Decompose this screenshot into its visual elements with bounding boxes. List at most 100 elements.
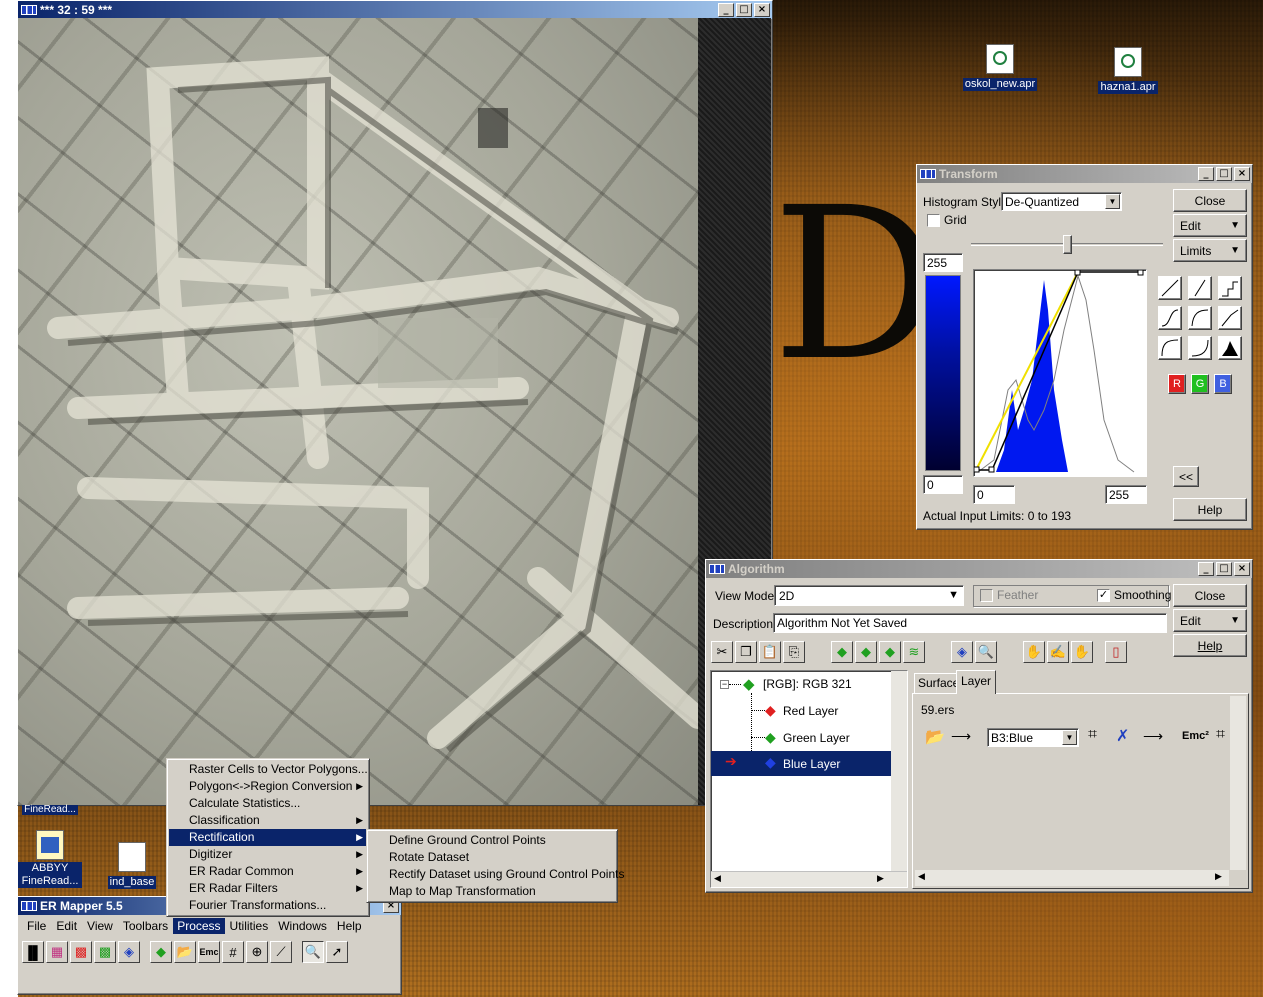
formula-icon[interactable]: Emc² <box>1182 730 1209 742</box>
scroll-left-icon[interactable]: ◀ <box>918 871 925 882</box>
red-layer-label[interactable]: Red Layer <box>783 704 838 718</box>
band-select[interactable]: B3:Blue ▼ <box>987 728 1079 747</box>
zoom-layer-icon[interactable]: 🔍 <box>975 641 997 663</box>
histogram-style-select[interactable]: De-Quantized ▼ <box>1001 192 1122 211</box>
move-layer-up-icon[interactable]: ◆ <box>855 641 877 663</box>
filter-disabled-icon[interactable]: ✗ <box>1116 726 1129 746</box>
tab-layer[interactable]: Layer <box>956 670 997 694</box>
menu-item-rectify-dataset[interactable]: Rectify Dataset using Ground Control Poi… <box>369 866 624 883</box>
green-layer-label[interactable]: Green Layer <box>783 731 850 745</box>
tree-collapse-icon[interactable]: − <box>720 680 729 689</box>
desktop-icon-abbyy[interactable]: ABBYY FineRead... <box>14 830 86 888</box>
algorithm-help-button[interactable]: Help <box>1173 634 1247 657</box>
crosshair-icon[interactable]: ⊕ <box>246 941 268 963</box>
min-output-field[interactable]: 0 <box>923 475 963 494</box>
desktop-icon-hazna[interactable]: hazna1.apr <box>1088 47 1168 94</box>
zoom-tool-icon[interactable]: 🔍 <box>302 941 324 963</box>
chevron-down-icon[interactable]: ▼ <box>1105 194 1120 209</box>
scroll-right-icon[interactable]: ▶ <box>1215 871 1222 882</box>
menu-windows[interactable]: Windows <box>273 918 332 934</box>
edit-layer-icon[interactable]: ◈ <box>951 641 973 663</box>
paste-icon[interactable]: 📋 <box>759 641 781 663</box>
scroll-right-icon[interactable]: ▶ <box>877 873 884 884</box>
filter-icon[interactable]: ⌗ <box>1088 726 1097 744</box>
transform-limits-button[interactable]: Limits ▼ <box>1173 239 1247 262</box>
open-dataset-icon[interactable]: 📂 <box>925 727 945 747</box>
histogram-equalize-button[interactable] <box>1218 336 1242 360</box>
min-input-field[interactable]: 0 <box>973 485 1015 504</box>
menu-toolbars[interactable]: Toolbars <box>118 918 173 934</box>
close-button[interactable]: × <box>1234 167 1250 181</box>
transform-help-button[interactable]: Help <box>1173 498 1247 521</box>
histogram-graph[interactable] <box>973 269 1147 477</box>
hand-edit-icon[interactable]: ✍ <box>1047 641 1069 663</box>
algorithm-titlebar[interactable]: Algorithm _ □ × <box>706 560 1252 578</box>
feather-checkbox[interactable] <box>980 589 993 602</box>
algorithm-edit-button[interactable]: Edit ▼ <box>1173 609 1247 632</box>
red-channel-button[interactable]: R <box>1168 374 1186 394</box>
layers-icon[interactable]: ▩ <box>94 941 116 963</box>
layer-stack-icon[interactable]: ≋ <box>903 641 925 663</box>
log-curve-button[interactable] <box>1188 306 1212 330</box>
algorithm-layer-icon[interactable]: ◆ <box>150 941 172 963</box>
minimize-button[interactable]: _ <box>718 3 734 17</box>
sqrt-curve-button[interactable] <box>1158 336 1182 360</box>
edit-algorithm-icon[interactable]: ◈ <box>118 941 140 963</box>
collapse-button[interactable]: << <box>1173 466 1199 487</box>
cut-icon[interactable]: ✂ <box>711 641 733 663</box>
desktop-icon-finereader-top[interactable]: FineRead... <box>14 801 86 815</box>
duplicate-icon[interactable]: ⎘ <box>783 641 805 663</box>
menu-view[interactable]: View <box>82 918 118 934</box>
s-curve-button[interactable] <box>1158 306 1182 330</box>
page-icon[interactable]: ▯ <box>1105 641 1127 663</box>
rgb-algorithm-icon[interactable]: ▩ <box>70 941 92 963</box>
copy-icon[interactable]: ❐ <box>735 641 757 663</box>
palette-icon[interactable]: ▦ <box>46 941 68 963</box>
menu-item-map-to-map[interactable]: Map to Map Transformation <box>369 883 615 900</box>
menu-process[interactable]: Process <box>173 918 225 934</box>
transform-graph-icon[interactable]: ⟋ <box>270 941 292 963</box>
panel-hscrollbar[interactable]: ◀ ▶ <box>915 870 1229 886</box>
menu-item-fourier[interactable]: Fourier Transformations... <box>169 897 367 914</box>
tree-hscrollbar[interactable]: ◀ ▶ <box>711 871 907 887</box>
menu-item-classification[interactable]: Classification ▶ <box>169 812 367 829</box>
menu-item-rotate-dataset[interactable]: Rotate Dataset <box>369 849 615 866</box>
open-file-icon[interactable]: 📂 <box>174 941 196 963</box>
menu-item-define-gcp[interactable]: Define Ground Control Points <box>369 832 615 849</box>
desktop-icon-ind-base[interactable]: ind_base <box>92 842 172 889</box>
menu-utilities[interactable]: Utilities <box>225 918 274 934</box>
bend-curve-button[interactable] <box>1218 306 1242 330</box>
add-layer-icon[interactable]: ◆ <box>831 641 853 663</box>
filter-icon[interactable]: # <box>222 941 244 963</box>
hand-stop-icon[interactable]: ✋ <box>1071 641 1093 663</box>
layer-tree[interactable]: − ◆ [RGB]: RGB 321 ◆ Red Layer ◆ Green L… <box>710 670 908 888</box>
move-layer-down-icon[interactable]: ◆ <box>879 641 901 663</box>
menu-file[interactable]: File <box>22 918 51 934</box>
menu-item-raster-to-vector[interactable]: Raster Cells to Vector Polygons... <box>169 761 368 778</box>
panel-vscrollbar[interactable] <box>1230 696 1246 870</box>
menu-item-polygon-region[interactable]: Polygon<->Region Conversion ▶ <box>169 778 367 795</box>
tree-vscrollbar[interactable] <box>891 671 907 871</box>
max-output-field[interactable]: 255 <box>923 253 963 272</box>
menu-item-rectification[interactable]: Rectification ▶ <box>169 829 367 846</box>
exp-curve-button[interactable] <box>1188 336 1212 360</box>
minimize-button[interactable]: _ <box>1198 167 1214 181</box>
linear-curve-button[interactable] <box>1158 276 1182 300</box>
transform-close-button[interactable]: Close <box>1173 189 1247 212</box>
step-curve-button[interactable] <box>1218 276 1242 300</box>
menu-item-radar-common[interactable]: ER Radar Common ▶ <box>169 863 367 880</box>
clip-curve-button[interactable] <box>1188 276 1212 300</box>
menu-item-radar-filters[interactable]: ER Radar Filters ▶ <box>169 880 367 897</box>
blue-layer-label[interactable]: Blue Layer <box>783 757 840 771</box>
new-window-icon[interactable]: ▐▌ <box>22 941 44 963</box>
menu-item-digitizer[interactable]: Digitizer ▶ <box>169 846 367 863</box>
viewer-titlebar[interactable]: *** 32 : 59 *** _ □ × <box>18 1 772 19</box>
menu-item-calculate-statistics[interactable]: Calculate Statistics... <box>169 795 367 812</box>
raster-image-view[interactable] <box>18 18 698 805</box>
maximize-button[interactable]: □ <box>1216 562 1232 576</box>
minimize-button[interactable]: _ <box>1198 562 1214 576</box>
tree-root-label[interactable]: [RGB]: RGB 321 <box>763 677 852 691</box>
menu-edit[interactable]: Edit <box>51 918 82 934</box>
transform-slider-thumb[interactable] <box>1063 235 1072 254</box>
max-input-field[interactable]: 255 <box>1105 485 1147 504</box>
